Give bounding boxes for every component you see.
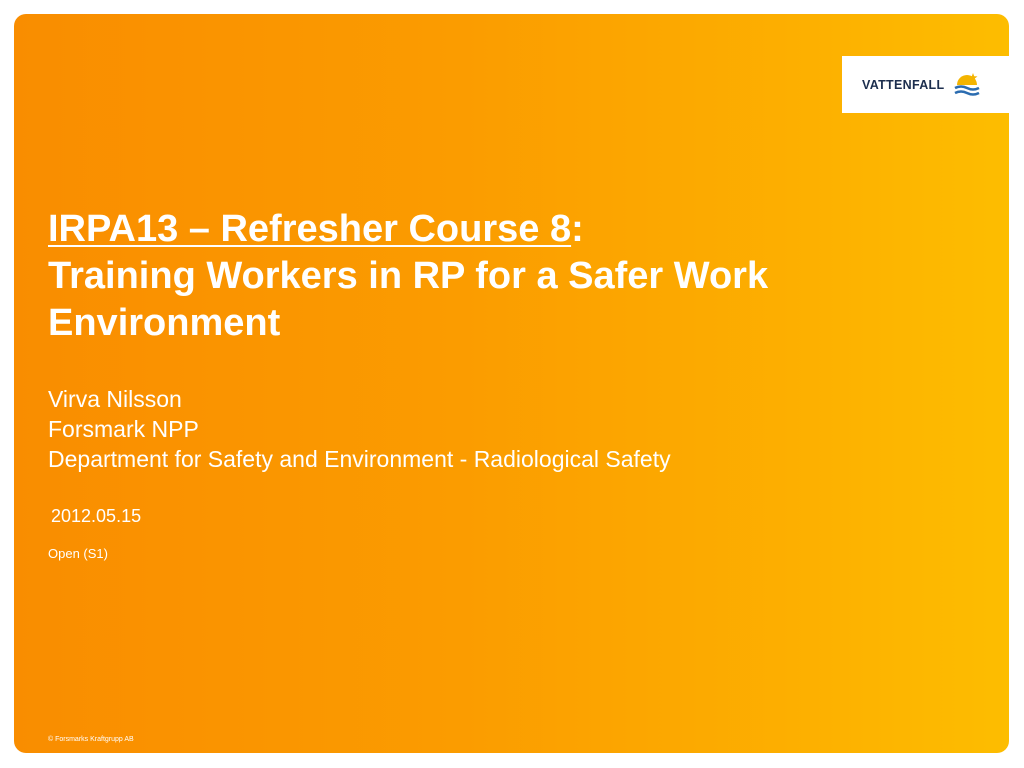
- copyright-notice: © Forsmarks Kraftgrupp AB: [48, 736, 134, 743]
- title-line-3: Environment: [48, 302, 281, 344]
- course-title: IRPA13 – Refresher Course 8: [48, 208, 572, 250]
- title-line-1: IRPA13 – Refresher Course 8:: [48, 206, 948, 253]
- classification-label: Open (S1): [48, 546, 108, 561]
- slide-title: IRPA13 – Refresher Course 8: Training Wo…: [48, 206, 948, 347]
- title-line-2: Training Workers in RP for a Safer Work: [48, 255, 769, 297]
- title-colon: :: [571, 208, 584, 250]
- slide: VATTENFALL IRPA13 – Refresher Course 8: …: [14, 14, 1009, 753]
- presentation-date: 2012.05.15: [51, 506, 142, 526]
- presenter-info: Virva Nilsson Forsmark NPP Department fo…: [48, 384, 671, 474]
- presenter-organization: Forsmark NPP: [48, 416, 199, 442]
- vattenfall-logo: VATTENFALL: [842, 56, 1009, 113]
- presenter-department: Department for Safety and Environment - …: [48, 446, 671, 472]
- vattenfall-emblem-icon: [954, 72, 980, 96]
- logo-wordmark: VATTENFALL: [862, 77, 945, 92]
- presenter-name: Virva Nilsson: [48, 386, 182, 412]
